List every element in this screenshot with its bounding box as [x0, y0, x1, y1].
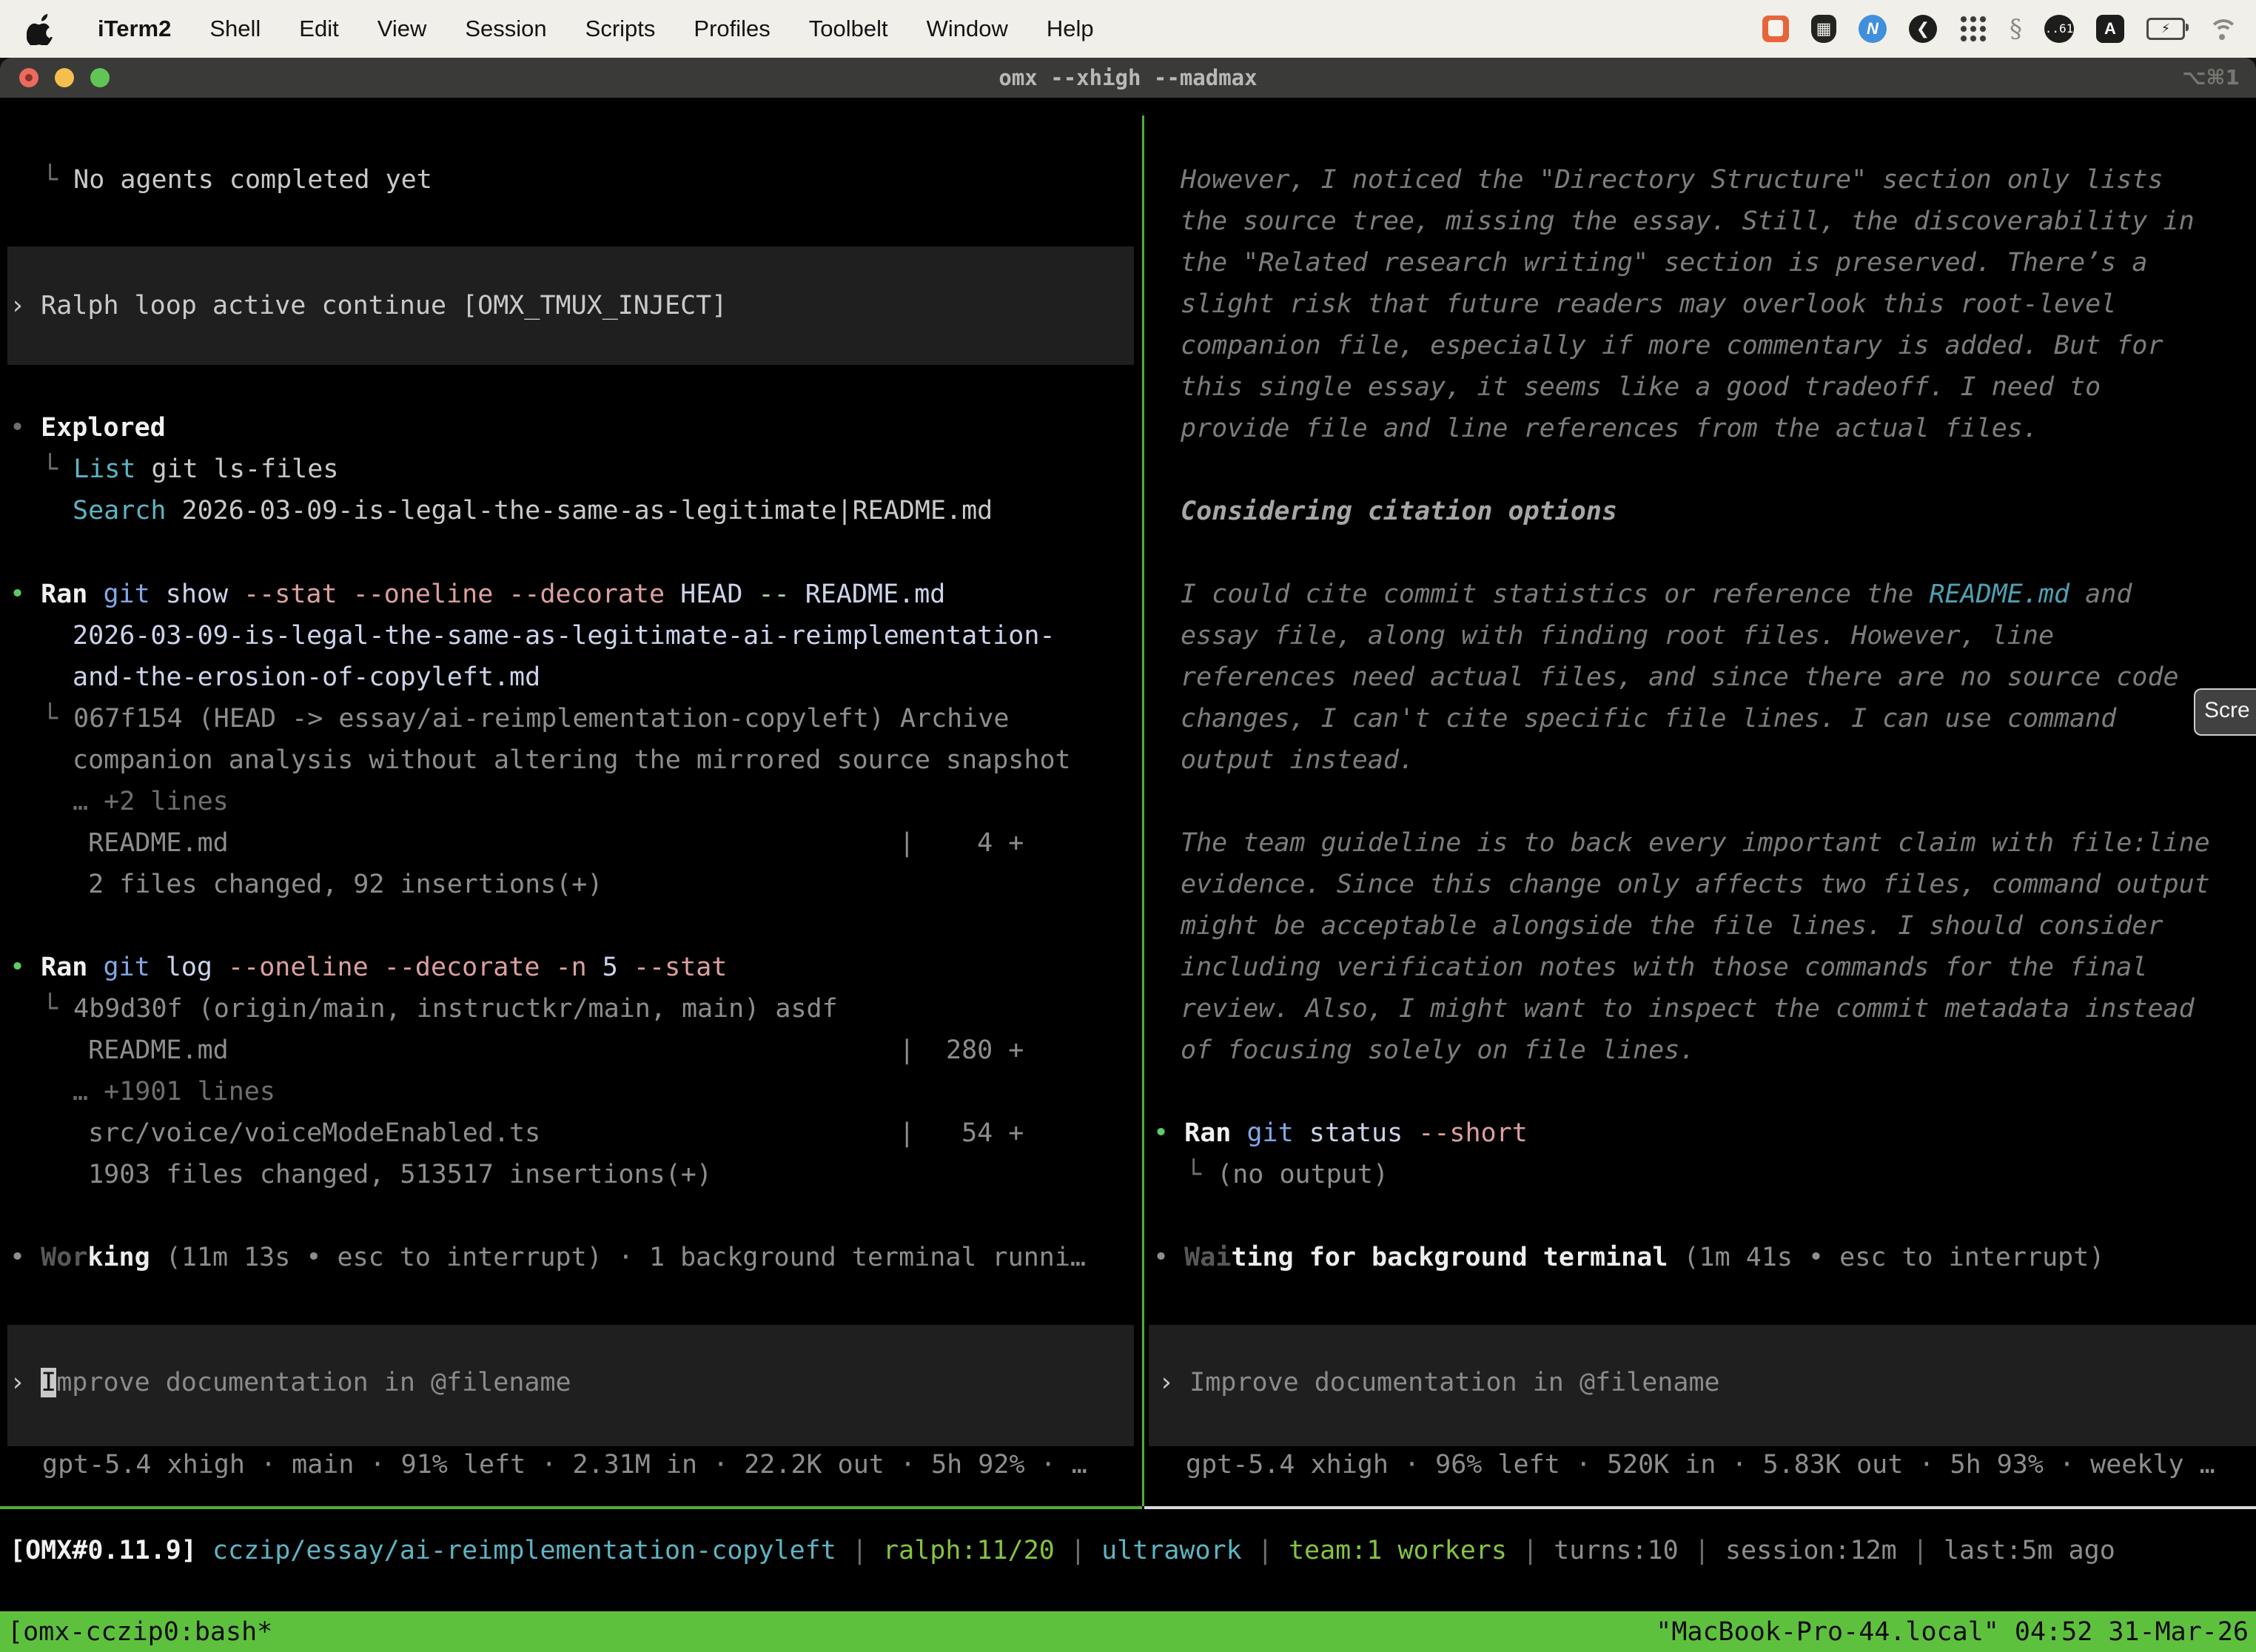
- screen-edge-overlay[interactable]: Scre: [2194, 688, 2256, 736]
- menu-item-toolbelt[interactable]: Toolbelt: [790, 16, 907, 42]
- stats-icon[interactable]: §: [2010, 14, 2022, 44]
- terminal-line: slight risk that future readers may over…: [1181, 283, 2116, 325]
- menu-bar: iTerm2ShellEditViewSessionScriptsProfile…: [0, 0, 2256, 58]
- menu-item-edit[interactable]: Edit: [280, 16, 357, 42]
- terminal-line: the "Related research writing" section i…: [1181, 242, 2147, 283]
- menu-status-icons: ▦ N ❮ § ..61 A ⚡: [1762, 14, 2256, 44]
- menu-item-shell[interactable]: Shell: [190, 16, 280, 42]
- menu-item-view[interactable]: View: [358, 16, 446, 42]
- terminal-line: • Working (11m 13s • esc to interrupt) ·…: [10, 1237, 1086, 1278]
- terminal-line: I could cite commit statistics or refere…: [1181, 574, 2132, 615]
- apple-icon[interactable]: [27, 13, 56, 45]
- screenshot-icon[interactable]: [1762, 16, 1789, 42]
- terminal-line: › Ralph loop active continue [OMX_TMUX_I…: [10, 285, 727, 326]
- moon-circle-icon[interactable]: ❮: [1909, 15, 1937, 43]
- dots-grid-icon[interactable]: [1959, 15, 1987, 43]
- terminal-line: › Improve documentation in @filename: [1158, 1362, 1720, 1403]
- window-shortcut-badge: ⌥⌘1: [2182, 58, 2240, 98]
- terminal-line: └ No agents completed yet: [42, 159, 432, 201]
- menu-item-session[interactable]: Session: [446, 16, 565, 42]
- messages-badge-icon[interactable]: N: [1859, 15, 1887, 43]
- terminal-line: 2 files changed, 92 insertions(+): [73, 864, 602, 905]
- terminal-line: changes, I can't cite specific file line…: [1181, 698, 2116, 739]
- terminal-line: README.md | 280 +: [73, 1030, 1024, 1071]
- wifi-icon[interactable]: [2207, 18, 2237, 40]
- terminal-line: and-the-erosion-of-copyleft.md: [73, 657, 540, 698]
- terminal-line: └ (no output): [1186, 1154, 1389, 1195]
- terminal-line: companion analysis without altering the …: [73, 739, 1071, 781]
- menu-items: iTerm2ShellEditViewSessionScriptsProfile…: [56, 16, 1113, 42]
- terminal-line: └ 4b9d30f (origin/main, instructkr/main,…: [42, 988, 838, 1030]
- iterm-window: omx --xhigh --madmax ⌥⌘1 └ No agents com…: [0, 58, 2256, 1652]
- terminal-line: 2026-03-09-is-legal-the-same-as-legitima…: [73, 615, 1055, 657]
- tmux-host-clock: "MacBook-Pro-44.local" 04:52 31-Mar-26: [1656, 1611, 2249, 1652]
- terminal-line: review. Also, I might want to inspect th…: [1181, 988, 2195, 1030]
- terminal-line: › Improve documentation in @filename: [10, 1362, 571, 1403]
- terminal-line: including verification notes with those …: [1181, 947, 2147, 988]
- terminal-line: references need actual files, and since …: [1181, 657, 2179, 698]
- terminal-line: Search 2026-03-09-is-legal-the-same-as-l…: [73, 490, 993, 531]
- terminal-line: The team guideline is to back every impo…: [1181, 822, 2210, 864]
- terminal-line: essay file, along with finding root file…: [1181, 615, 2054, 657]
- omx-status-line: [OMX#0.11.9] cczip/essay/ai-reimplementa…: [10, 1530, 2115, 1571]
- terminal-line: However, I noticed the "Directory Struct…: [1181, 159, 2163, 201]
- text-cursor: I: [41, 1368, 56, 1397]
- terminal-line: the source tree, missing the essay. Stil…: [1181, 201, 2195, 242]
- terminal-line: gpt-5.4 xhigh · main · 91% left · 2.31M …: [42, 1444, 1087, 1485]
- terminal-line: └ 067f154 (HEAD -> essay/ai-reimplementa…: [42, 698, 1009, 739]
- terminal-line: Considering citation options: [1181, 491, 1617, 532]
- menu-item-window[interactable]: Window: [907, 16, 1027, 42]
- left-pane-bottom-border: [0, 1506, 1142, 1509]
- omx-status-bar: [OMX#0.11.9] cczip/essay/ai-reimplementa…: [0, 1509, 2256, 1592]
- terminal-line: • Waiting for background terminal (1m 41…: [1153, 1237, 2104, 1278]
- terminal-line: output instead.: [1181, 739, 1414, 781]
- window-title: omx --xhigh --madmax: [0, 58, 2256, 98]
- terminal-line: of focusing solely on file lines.: [1181, 1030, 1695, 1071]
- terminal-line: README.md | 4 +: [73, 822, 1024, 864]
- right-pane-bottom-border: [1144, 1506, 2256, 1509]
- timer-61-icon[interactable]: ..61: [2044, 15, 2074, 43]
- terminal-line: might be acceptable alongside the file l…: [1181, 905, 2163, 947]
- pane-divider[interactable]: [1142, 115, 1144, 1506]
- terminal-line: gpt-5.4 xhigh · 96% left · 520K in · 5.8…: [1186, 1444, 2215, 1485]
- menu-item-iterm2[interactable]: iTerm2: [78, 16, 190, 42]
- desktop: iTerm2ShellEditViewSessionScriptsProfile…: [0, 0, 2256, 1652]
- terminal-line: evidence. Since this change only affects…: [1181, 864, 2210, 905]
- menu-item-profiles[interactable]: Profiles: [674, 16, 789, 42]
- battery-icon[interactable]: ⚡: [2146, 18, 2185, 40]
- input-source-icon[interactable]: A: [2096, 15, 2124, 43]
- terminal-line: src/voice/voiceModeEnabled.ts | 54 +: [73, 1112, 1024, 1154]
- terminal-line: … +2 lines: [73, 781, 229, 822]
- menu-item-scripts[interactable]: Scripts: [566, 16, 675, 42]
- tmux-status-bar: [omx-cczip0:bash* "MacBook-Pro-44.local"…: [0, 1611, 2256, 1652]
- window-title-bar[interactable]: omx --xhigh --madmax ⌥⌘1: [0, 58, 2256, 98]
- terminal-line: provide file and line references from th…: [1181, 408, 2038, 449]
- tmux-session-name: [omx-cczip0:bash*: [7, 1611, 272, 1652]
- terminal-line: 1903 files changed, 513517 insertions(+): [73, 1154, 712, 1195]
- terminal-line: • Ran git log --oneline --decorate -n 5 …: [10, 947, 727, 988]
- shield-grid-icon[interactable]: ▦: [1811, 15, 1836, 43]
- menu-item-help[interactable]: Help: [1027, 16, 1113, 42]
- terminal-line: └ List git ls-files: [42, 449, 338, 490]
- terminal-line: this single essay, it seems like a good …: [1181, 366, 2101, 408]
- terminal-line: • Ran git show --stat --oneline --decora…: [10, 574, 945, 615]
- terminal-line: • Explored: [10, 407, 166, 449]
- terminal-line: companion file, especially if more comme…: [1181, 325, 2163, 366]
- terminal-content: └ No agents completed yet › Ralph loop ac…: [0, 98, 2256, 1652]
- terminal-line: … +1901 lines: [73, 1071, 275, 1112]
- terminal-line: • Ran git status --short: [1153, 1112, 1528, 1154]
